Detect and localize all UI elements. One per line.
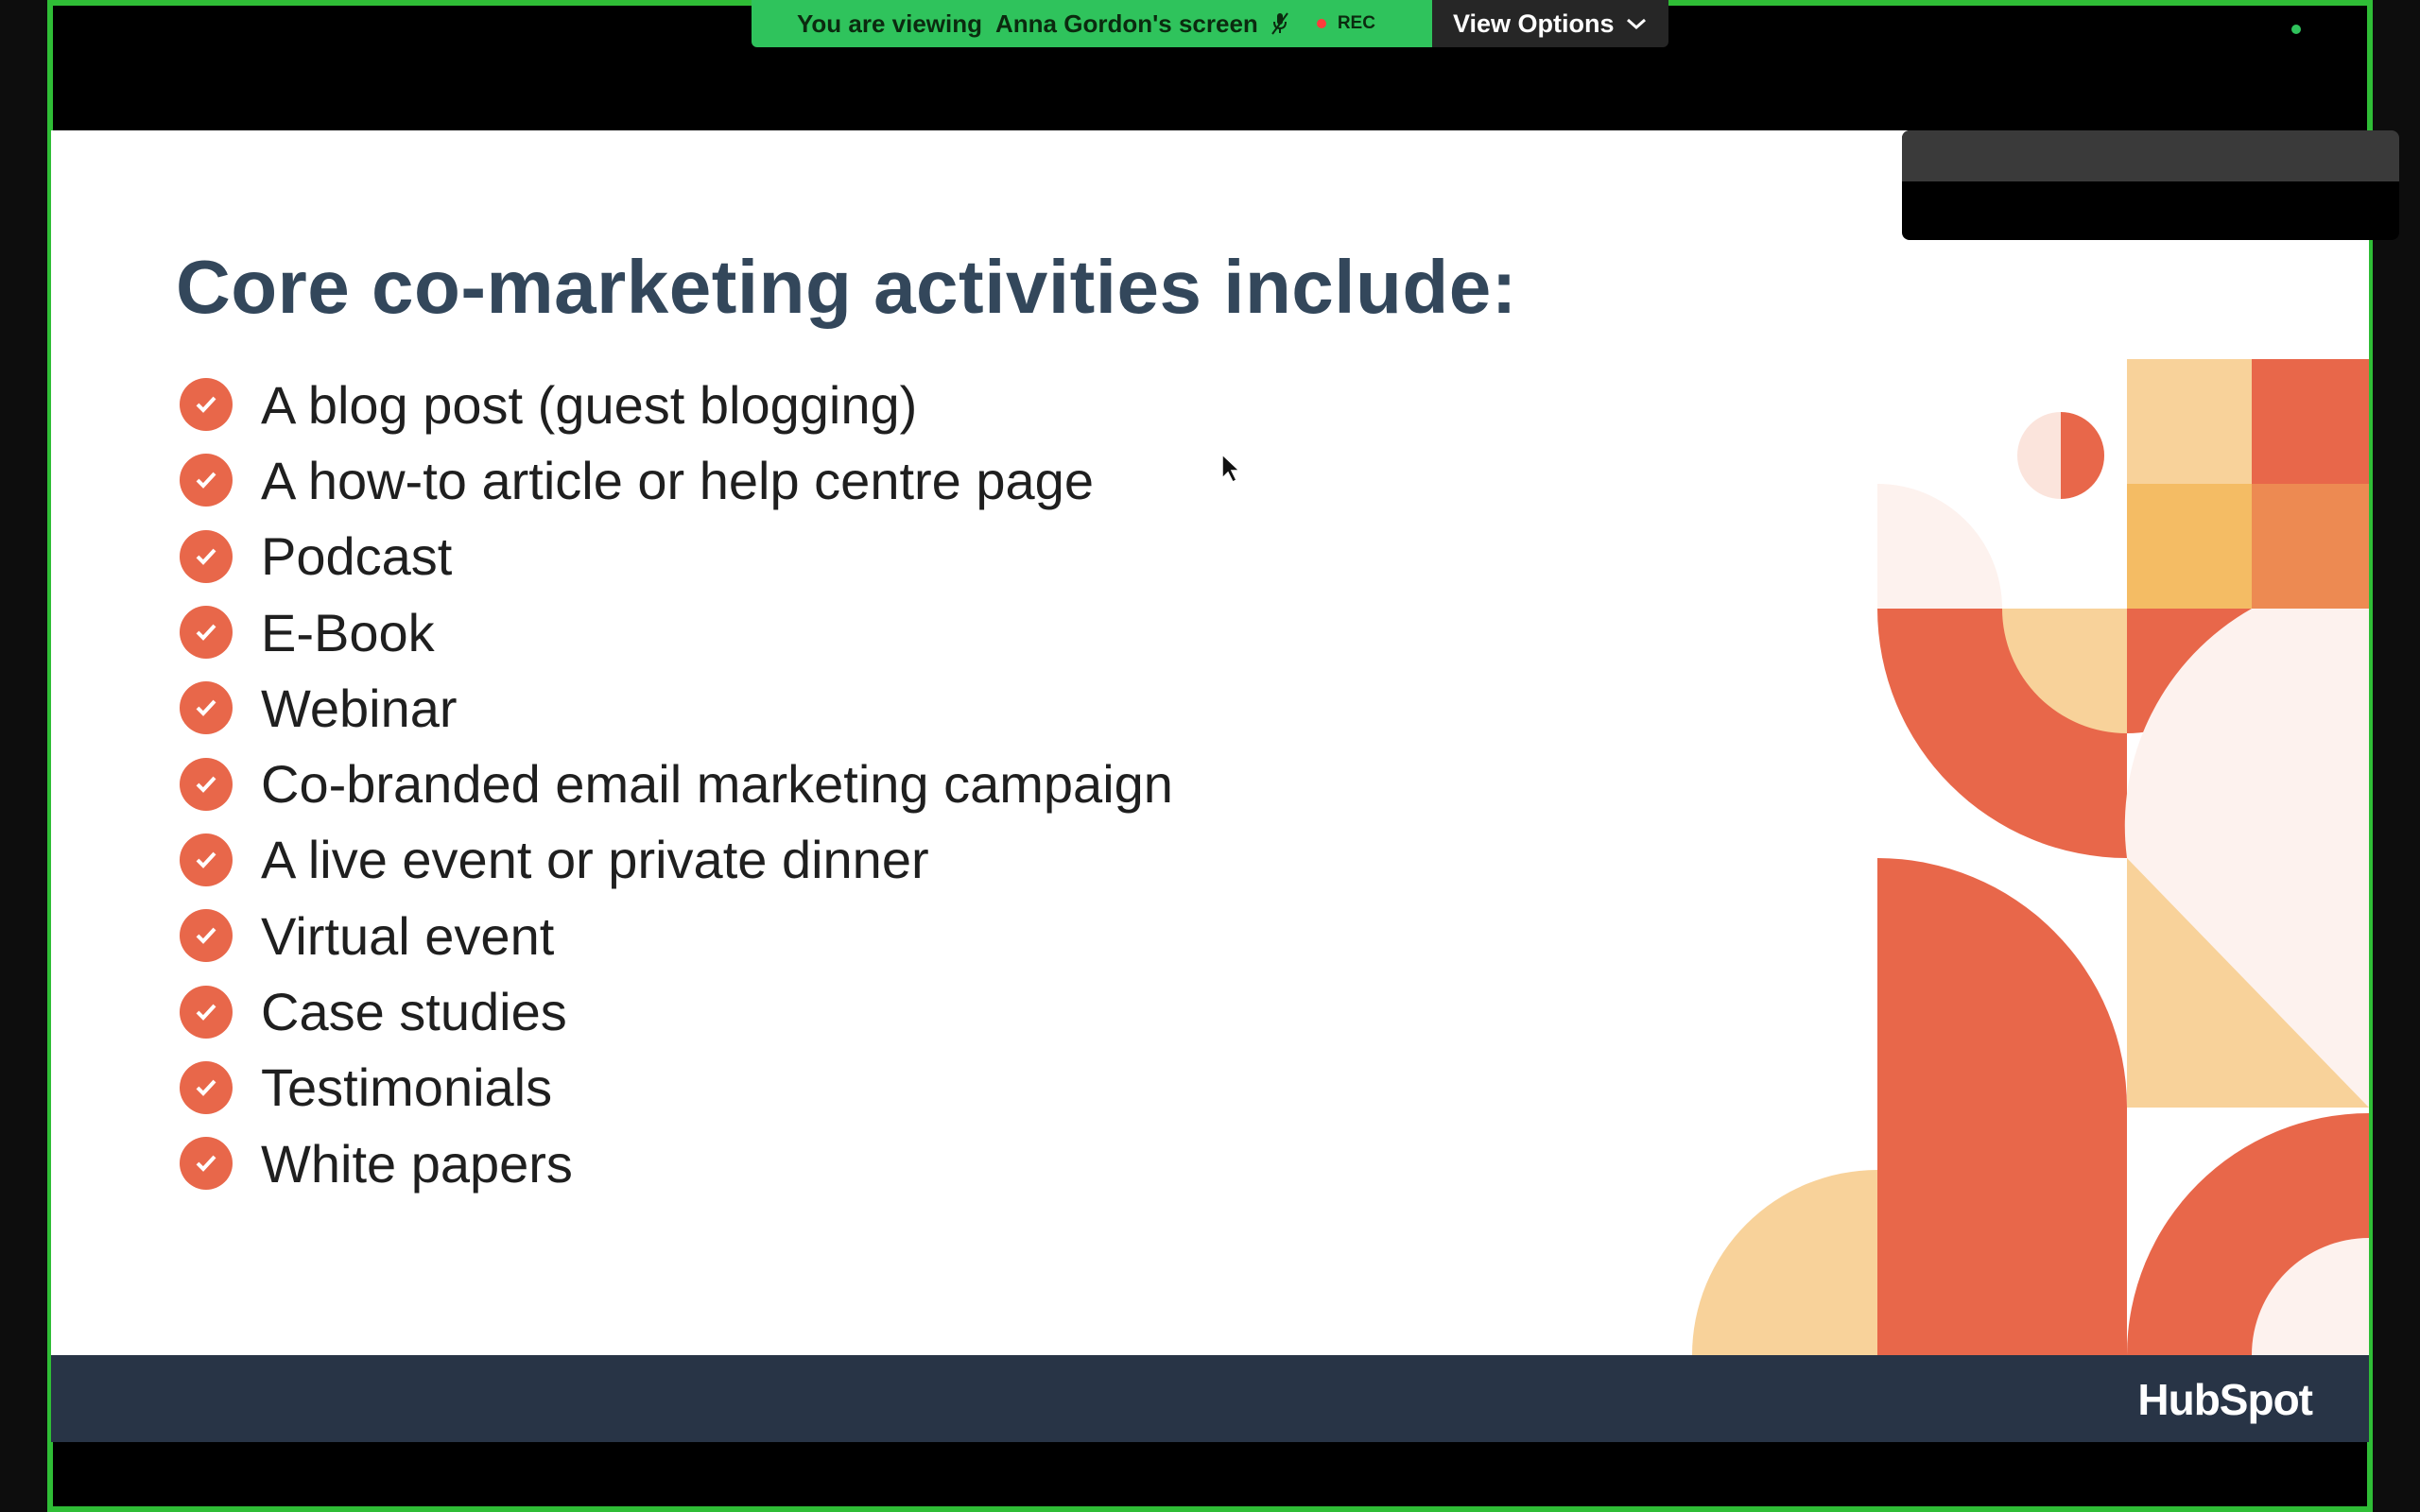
- list-item: A blog post (guest blogging): [180, 367, 1173, 442]
- list-item: Virtual event: [180, 898, 1173, 973]
- list-item: Webinar: [180, 670, 1173, 746]
- slide-title: Core co-marketing activities include:: [176, 245, 1517, 329]
- list-item: A live event or private dinner: [180, 822, 1173, 898]
- hubspot-logo-text: HubSpot: [2137, 1375, 2313, 1424]
- check-icon: [180, 529, 233, 583]
- presenter-screen-name: Anna Gordon's screen: [995, 9, 1258, 38]
- list-item-label: Co-branded email marketing campaign: [261, 754, 1173, 815]
- list-item-label: A live event or private dinner: [261, 830, 929, 890]
- list-item-label: Testimonials: [261, 1057, 553, 1118]
- list-item: White papers: [180, 1125, 1173, 1201]
- check-icon: [180, 378, 233, 432]
- check-icon: [180, 454, 233, 507]
- presenter-panel-titlebar[interactable]: [1902, 130, 2399, 181]
- connection-status-icon: [2291, 25, 2301, 34]
- list-item: Co-branded email marketing campaign: [180, 746, 1173, 821]
- screen-share-banner: You are viewing Anna Gordon's screen REC…: [752, 0, 1668, 47]
- viewing-indicator: You are viewing Anna Gordon's screen REC: [752, 0, 1432, 47]
- list-item-label: Podcast: [261, 526, 453, 587]
- list-item-label: White papers: [261, 1133, 573, 1194]
- list-item: E-Book: [180, 594, 1173, 670]
- list-item: A how-to article or help centre page: [180, 442, 1173, 518]
- list-item: Podcast: [180, 519, 1173, 594]
- rec-label: REC: [1337, 13, 1375, 33]
- list-item-label: A how-to article or help centre page: [261, 450, 1094, 510]
- check-icon: [180, 681, 233, 735]
- check-icon: [180, 833, 233, 886]
- list-item: Testimonials: [180, 1050, 1173, 1125]
- check-icon: [180, 909, 233, 963]
- check-icon: [180, 606, 233, 660]
- list-item-label: E-Book: [261, 602, 435, 662]
- viewing-prefix: You are viewing: [797, 9, 983, 38]
- check-icon: [180, 1137, 233, 1191]
- rec-dot-icon: [1316, 19, 1326, 28]
- presentation-slide: Core co-marketing activities include: A …: [51, 130, 2369, 1355]
- list-item-label: Case studies: [261, 982, 567, 1042]
- mouse-cursor-icon: [1221, 454, 1240, 484]
- check-icon: [180, 757, 233, 811]
- list-item: Case studies: [180, 973, 1173, 1049]
- presenter-video-panel[interactable]: [1902, 130, 2399, 240]
- activity-list: A blog post (guest blogging) A how-to ar…: [180, 367, 1173, 1201]
- view-options-button[interactable]: View Options: [1432, 0, 1668, 47]
- slide-footer-bar: HubSpot: [51, 1355, 2369, 1442]
- hubspot-logo: HubSpot: [2137, 1374, 2313, 1425]
- check-icon: [180, 1060, 233, 1114]
- check-icon: [180, 985, 233, 1039]
- list-item-label: A blog post (guest blogging): [261, 374, 918, 435]
- view-options-label: View Options: [1453, 9, 1615, 38]
- chevron-down-icon: [1626, 18, 1646, 30]
- list-item-label: Virtual event: [261, 905, 555, 966]
- list-item-label: Webinar: [261, 678, 458, 738]
- mute-icon: [1271, 12, 1288, 35]
